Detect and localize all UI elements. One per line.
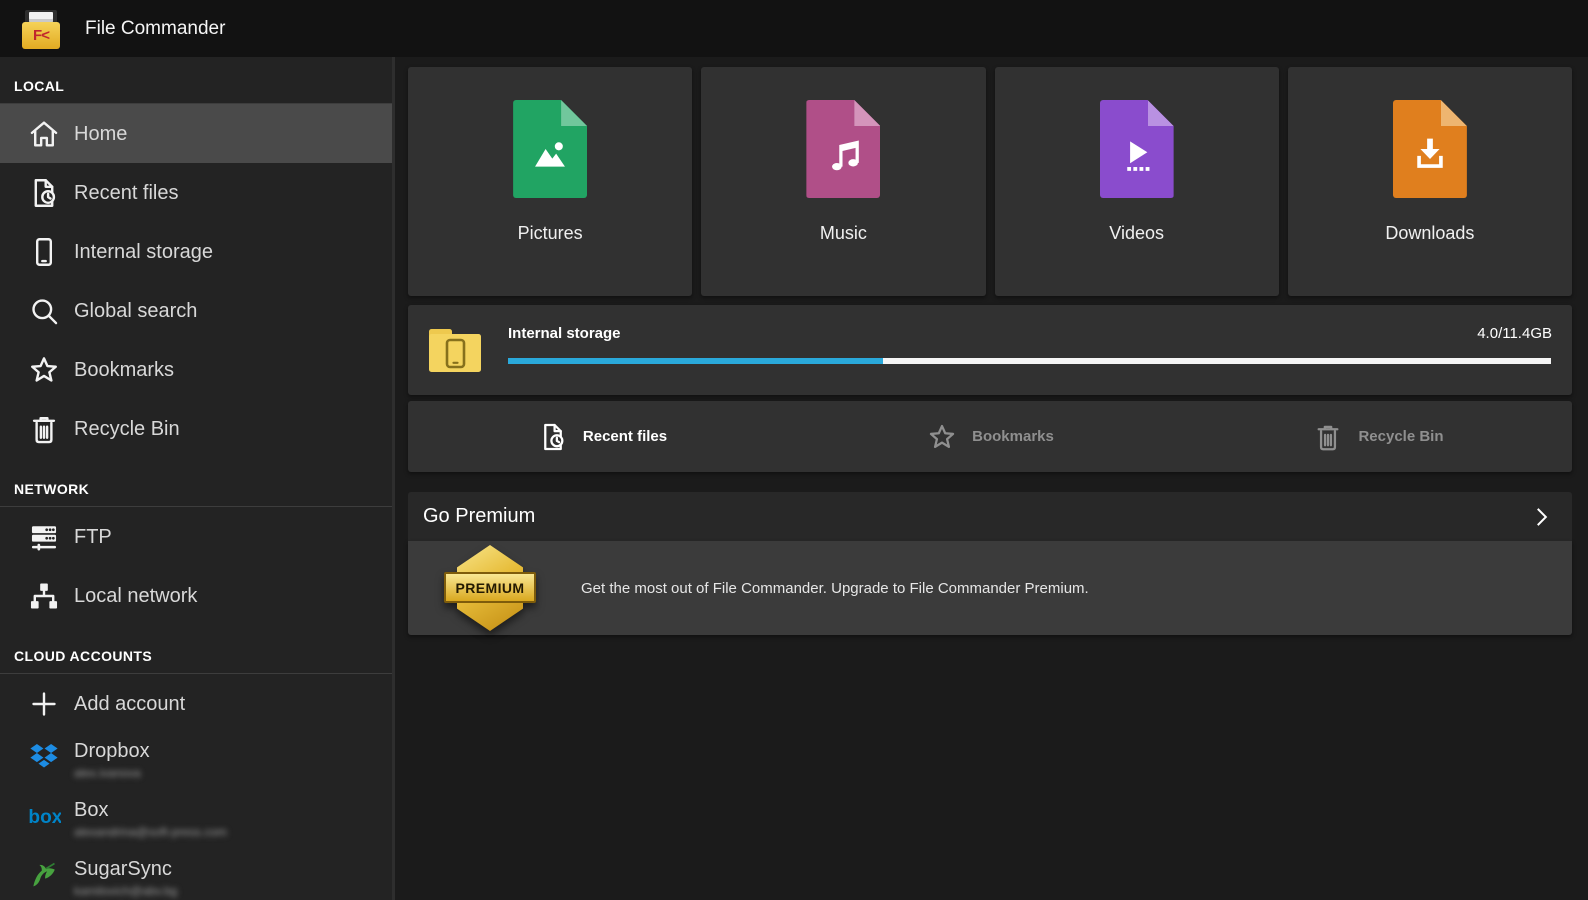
category-card-label: Downloads [1385, 223, 1474, 244]
shortcuts-panel: Recent files Bookmarks Recycle Bin [408, 401, 1572, 472]
videos-file-icon [1100, 100, 1174, 198]
trash-icon [1312, 421, 1344, 453]
sidebar-item-label: Home [74, 123, 127, 145]
sidebar-item-add-account[interactable]: Add account [0, 674, 392, 733]
page-fold [1441, 100, 1467, 126]
sidebar-section-local: LOCAL [0, 57, 392, 104]
box-icon: box [27, 799, 61, 833]
video-glyph-icon [1114, 131, 1160, 177]
sidebar-item-label: Add account [74, 693, 185, 715]
sidebar-item-local-network[interactable]: Local network [0, 566, 392, 625]
premium-badge-icon: PREMIUM [444, 545, 536, 631]
sidebar-item-label: Recent files [74, 182, 179, 204]
app-logo-folder: F< [22, 22, 60, 49]
category-card-music[interactable]: Music [701, 67, 985, 296]
pictures-file-icon [513, 100, 587, 198]
account-subtitle-blurred: alex.ivanova [74, 766, 150, 780]
page-fold [1148, 100, 1174, 126]
shortcut-bookmarks[interactable]: Bookmarks [796, 421, 1184, 453]
shortcut-label: Recent files [583, 428, 667, 445]
sidebar-item-label: Local network [74, 585, 197, 607]
top-app-bar: F< File Commander [0, 0, 1588, 57]
network-icon [27, 579, 61, 613]
svg-text:box: box [28, 807, 61, 828]
sidebar-item-label: FTP [74, 526, 112, 548]
internal-storage-panel[interactable]: Internal storage 4.0/11.4GB [408, 305, 1572, 395]
go-premium-title: Go Premium [423, 505, 1528, 528]
recent-icon [537, 421, 569, 453]
category-card-videos[interactable]: Videos [995, 67, 1279, 296]
star-icon [27, 353, 61, 387]
app-logo-icon: F< [22, 9, 60, 49]
shortcut-label: Bookmarks [972, 428, 1054, 445]
search-icon [27, 294, 61, 328]
category-card-label: Videos [1109, 223, 1164, 244]
app-logo-paper [29, 12, 53, 22]
sidebar-item-label: Dropbox [74, 740, 150, 762]
page-fold [561, 100, 587, 126]
sidebar-item-recent-files[interactable]: Recent files [0, 163, 392, 222]
storage-progress-fill [508, 358, 883, 364]
downloads-file-icon [1393, 100, 1467, 198]
sidebar-item-dropbox[interactable]: Dropbox alex.ivanova [0, 733, 392, 792]
sidebar-item-label: Global search [74, 300, 197, 322]
sidebar-item-label: Box [74, 799, 227, 821]
download-glyph-icon [1407, 131, 1453, 177]
recent-icon [27, 176, 61, 210]
music-file-icon [806, 100, 880, 198]
star-icon [926, 421, 958, 453]
category-card-downloads[interactable]: Downloads [1288, 67, 1572, 296]
shortcut-label: Recycle Bin [1358, 428, 1443, 445]
account-subtitle-blurred: alexandrina@soft-press.com [74, 825, 227, 839]
app-title: File Commander [85, 18, 225, 40]
category-card-label: Pictures [518, 223, 583, 244]
phone-icon [27, 235, 61, 269]
page-fold [854, 100, 880, 126]
sidebar-item-label: Internal storage [74, 241, 213, 263]
navigation-sidebar: LOCAL Home Recent files Internal storage [0, 57, 395, 900]
sidebar-item-ftp[interactable]: FTP [0, 507, 392, 566]
sidebar-item-recycle-bin[interactable]: Recycle Bin [0, 399, 392, 458]
go-premium-banner[interactable]: PREMIUM Get the most out of File Command… [408, 541, 1572, 635]
home-icon [27, 117, 61, 151]
premium-badge-ribbon: PREMIUM [444, 572, 536, 603]
music-glyph-icon [820, 131, 866, 177]
storage-label: Internal storage [508, 325, 621, 342]
image-glyph-icon [527, 131, 573, 177]
chevron-right-icon [1528, 504, 1554, 530]
sidebar-item-bookmarks[interactable]: Bookmarks [0, 340, 392, 399]
sidebar-item-home[interactable]: Home [0, 104, 392, 163]
sidebar-item-internal-storage[interactable]: Internal storage [0, 222, 392, 281]
trash-icon [27, 412, 61, 446]
dropbox-icon [27, 740, 61, 774]
storage-usage-text: 4.0/11.4GB [1477, 325, 1552, 342]
category-card-pictures[interactable]: Pictures [408, 67, 692, 296]
main-content: Pictures Music Videos Downloads [408, 57, 1572, 900]
ftp-icon [27, 520, 61, 554]
category-cards: Pictures Music Videos Downloads [408, 67, 1572, 296]
sidebar-item-sugarsync[interactable]: SugarSync kamilovich@abv.bg [0, 851, 392, 900]
folder-phone-icon [426, 322, 484, 376]
sidebar-item-label: SugarSync [74, 858, 177, 880]
account-subtitle-blurred: kamilovich@abv.bg [74, 884, 177, 898]
shortcut-recycle-bin[interactable]: Recycle Bin [1184, 421, 1572, 453]
sidebar-section-cloud-accounts: CLOUD ACCOUNTS [0, 625, 392, 674]
storage-progress-bar [508, 358, 1551, 364]
sidebar-section-network: NETWORK [0, 458, 392, 507]
sidebar-item-label: Recycle Bin [74, 418, 180, 440]
sidebar-item-box[interactable]: box Box alexandrina@soft-press.com [0, 792, 392, 851]
sugarsync-icon [27, 858, 61, 892]
sidebar-item-global-search[interactable]: Global search [0, 281, 392, 340]
category-card-label: Music [820, 223, 867, 244]
shortcut-recent-files[interactable]: Recent files [408, 421, 796, 453]
plus-icon [27, 687, 61, 721]
go-premium-header[interactable]: Go Premium [408, 492, 1572, 541]
premium-description: Get the most out of File Commander. Upgr… [581, 580, 1089, 597]
sidebar-item-label: Bookmarks [74, 359, 174, 381]
